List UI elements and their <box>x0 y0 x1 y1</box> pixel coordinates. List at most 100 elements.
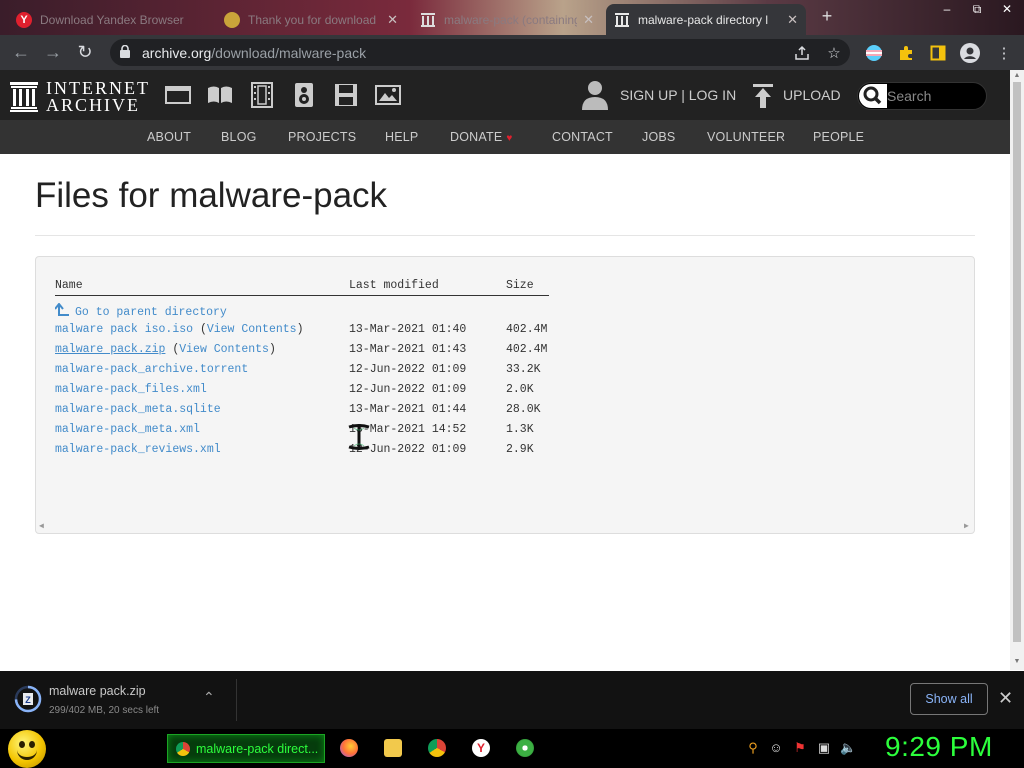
ia-search-box[interactable] <box>857 82 987 110</box>
file-link[interactable]: malware-pack_archive.torrent <box>55 363 248 376</box>
software-floppy-icon[interactable] <box>333 82 359 108</box>
upload-link[interactable]: UPLOAD <box>783 87 841 103</box>
os-taskbar: malware-pack direct... Y ⚲ ☺ ⚑ ▣ 🔈 9:29 … <box>0 729 1024 768</box>
heart-icon: ♥ <box>506 133 513 144</box>
extensions-puzzle-icon[interactable] <box>896 43 916 63</box>
close-icon[interactable]: ✕ <box>998 688 1013 709</box>
close-window-icon[interactable]: ✕ <box>992 0 1022 20</box>
tab-title: Thank you for download <box>248 12 377 27</box>
browser-menu-icon[interactable]: ⋮ <box>994 43 1014 63</box>
search-input[interactable] <box>887 86 982 106</box>
file-link[interactable]: malware-pack_meta.sqlite <box>55 403 221 416</box>
nav-help[interactable]: HELP <box>385 130 418 144</box>
new-tab-button[interactable]: + <box>818 7 836 25</box>
upload-icon[interactable] <box>752 84 774 108</box>
file-link[interactable]: malware-pack_files.xml <box>55 383 207 396</box>
parent-directory-link[interactable]: Go to parent directory <box>54 302 227 319</box>
extension-flag-icon[interactable] <box>864 43 884 63</box>
browser-tab-strip: Y Download Yandex Browser Thank you for … <box>0 0 1024 35</box>
sign-up-log-in-link[interactable]: SIGN UP | LOG IN <box>620 87 736 103</box>
tab-malware-pack-directory[interactable]: malware-pack directory l ✕ <box>606 4 806 35</box>
volume-icon[interactable]: 🔈 <box>840 740 856 756</box>
table-row: malware-pack_meta.sqlite 13-Mar-2021 01:… <box>36 403 976 423</box>
ia-logo[interactable]: INTERNET ARCHIVE <box>10 79 150 114</box>
nav-donate[interactable]: DONATE ♥ <box>450 130 513 144</box>
taskbar-clock[interactable]: 9:29 PM <box>885 731 993 763</box>
close-tab-icon[interactable]: ✕ <box>387 12 398 28</box>
table-row: malware pack.zip (View Contents) 13-Mar-… <box>36 343 976 363</box>
action-center-flag-icon[interactable]: ⚑ <box>792 740 808 756</box>
tab-yandex[interactable]: Y Download Yandex Browser <box>8 4 208 35</box>
web-archive-icon[interactable] <box>165 82 191 108</box>
yandex-icon[interactable]: Y <box>472 739 490 757</box>
download-filename[interactable]: malware pack.zip <box>49 684 146 698</box>
minimize-window-icon[interactable]: – <box>932 0 962 20</box>
file-name-cell: malware-pack_archive.torrent <box>55 363 248 376</box>
download-progress-icon[interactable]: Z <box>14 685 42 713</box>
file-name-cell: malware-pack_meta.sqlite <box>55 403 221 416</box>
ia-wordmark: INTERNET ARCHIVE <box>46 79 150 114</box>
view-contents-link[interactable]: View Contents <box>207 323 297 336</box>
nav-jobs[interactable]: JOBS <box>642 130 675 144</box>
user-icon[interactable] <box>582 80 608 110</box>
nav-blog[interactable]: BLOG <box>221 130 257 144</box>
table-row: malware-pack_files.xml 12-Jun-2022 01:09… <box>36 383 976 403</box>
scroll-right-icon[interactable]: ▶ <box>964 521 969 531</box>
page-scrollbar[interactable]: ▲ ▼ <box>1010 70 1024 670</box>
video-film-icon[interactable] <box>249 82 275 108</box>
column-header-size: Size <box>506 279 534 292</box>
scroll-down-icon[interactable]: ▼ <box>1013 658 1021 665</box>
search-icon[interactable] <box>859 84 887 108</box>
show-all-button[interactable]: Show all <box>910 683 988 715</box>
firefox-icon[interactable] <box>340 739 358 757</box>
emoji-tray-icon[interactable]: ☺ <box>768 740 784 756</box>
taskbar-chrome-window[interactable]: malware-pack direct... <box>167 734 325 763</box>
profile-avatar-icon[interactable] <box>960 43 980 63</box>
close-tab-icon[interactable]: ✕ <box>583 12 594 28</box>
address-bar[interactable]: archive.org/download/malware-pack <box>110 39 850 66</box>
texts-book-icon[interactable] <box>207 82 233 108</box>
text-cursor-icon <box>348 424 370 450</box>
chevron-up-icon[interactable]: ⌃ <box>203 689 215 706</box>
file-size: 2.9K <box>506 443 534 456</box>
nav-about[interactable]: ABOUT <box>147 130 191 144</box>
close-tab-icon[interactable]: ✕ <box>787 12 798 28</box>
tab-thank-you[interactable]: Thank you for download ✕ <box>216 4 406 35</box>
nav-contact[interactable]: CONTACT <box>552 130 613 144</box>
images-photo-icon[interactable] <box>375 82 401 108</box>
bookmark-star-icon[interactable]: ☆ <box>824 43 844 63</box>
scroll-left-icon[interactable]: ◀ <box>39 521 44 531</box>
file-link[interactable]: malware-pack_meta.xml <box>55 423 200 436</box>
file-link[interactable]: malware pack.zip <box>55 343 165 356</box>
file-size: 2.0K <box>506 383 534 396</box>
nav-volunteer[interactable]: VOLUNTEER <box>707 130 785 144</box>
horizontal-scrollbar[interactable]: ◀ ▶ <box>36 521 974 533</box>
header-underline <box>55 295 549 296</box>
forward-icon[interactable]: → <box>42 41 64 63</box>
chrome-icon <box>176 741 190 756</box>
ia-top-nav: INTERNET ARCHIVE SIGN UP | LOG IN UPLOAD <box>0 70 1010 120</box>
search-tray-icon[interactable]: ⚲ <box>745 740 761 756</box>
file-link[interactable]: malware-pack_reviews.xml <box>55 443 221 456</box>
nav-people[interactable]: PEOPLE <box>813 130 864 144</box>
app-icon[interactable] <box>516 739 534 757</box>
file-link[interactable]: malware pack iso.iso <box>55 323 193 336</box>
file-explorer-icon[interactable] <box>384 739 402 757</box>
column-header-name: Name <box>55 279 83 292</box>
network-icon[interactable]: ▣ <box>816 740 832 756</box>
page-title: Files for malware-pack <box>35 176 388 215</box>
view-contents-link[interactable]: View Contents <box>179 343 269 356</box>
share-icon[interactable] <box>792 43 812 63</box>
file-name-cell: malware pack.zip (View Contents) <box>55 343 276 356</box>
scroll-up-icon[interactable]: ▲ <box>1013 72 1021 79</box>
scrollbar-thumb[interactable] <box>1013 82 1021 642</box>
audio-speaker-icon[interactable] <box>291 82 317 108</box>
reload-icon[interactable]: ↻ <box>74 41 96 63</box>
restore-window-icon[interactable]: ⧉ <box>962 0 992 20</box>
nav-projects[interactable]: PROJECTS <box>288 130 356 144</box>
side-panel-icon[interactable] <box>928 43 948 63</box>
start-button-smiley-icon[interactable] <box>8 730 46 768</box>
chrome-icon[interactable] <box>428 739 446 757</box>
back-icon[interactable]: ← <box>10 41 32 63</box>
tab-malware-pack[interactable]: malware-pack (containing ✕ <box>412 4 602 35</box>
